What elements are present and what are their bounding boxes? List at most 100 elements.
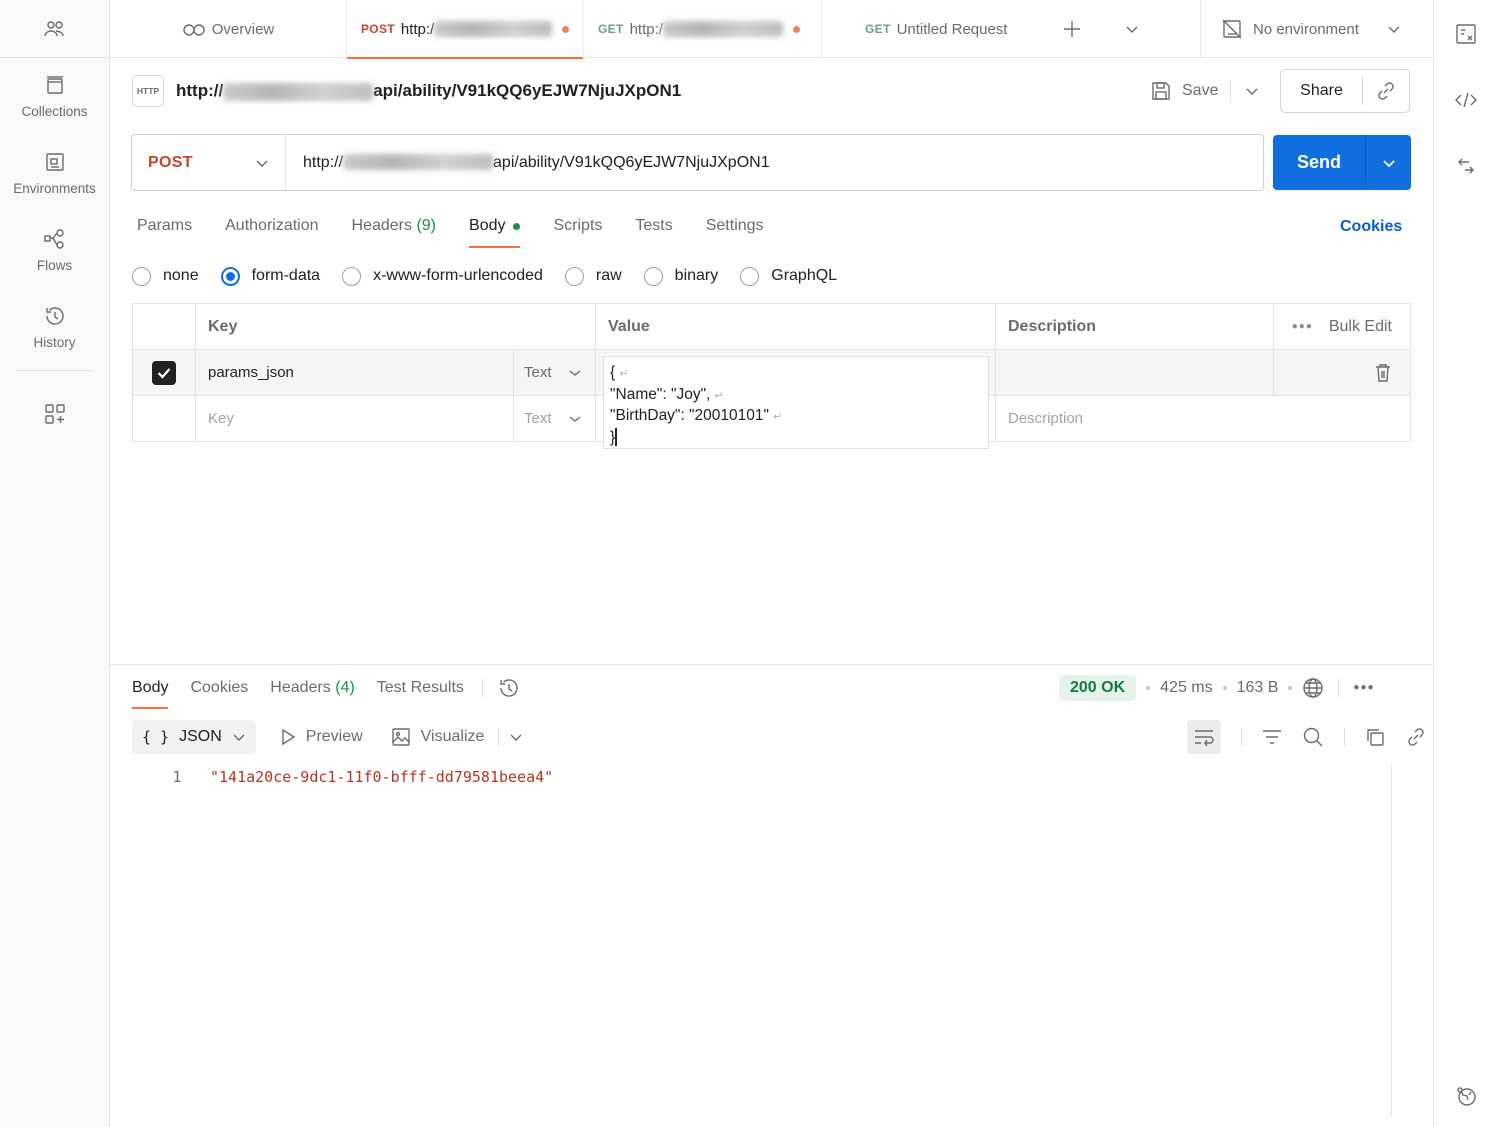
delete-row-button[interactable] <box>1274 350 1410 395</box>
workspace-button[interactable] <box>0 0 109 58</box>
response-tab-body[interactable]: Body <box>132 672 169 709</box>
redacted-host <box>223 82 374 101</box>
more-options-icon[interactable]: ●●● <box>1353 682 1374 693</box>
left-sidebar: Collections Environments Flows History <box>0 0 110 1127</box>
body-type-selector: none form-data x-www-form-urlencoded raw… <box>132 263 859 289</box>
more-options-icon[interactable]: ●●● <box>1292 321 1313 332</box>
tab-list-dropdown[interactable] <box>1102 0 1162 58</box>
tab-overview[interactable]: Overview <box>110 0 347 58</box>
wrap-icon <box>1195 730 1214 747</box>
chevron-down-icon <box>1126 26 1138 33</box>
history-icon[interactable] <box>497 677 521 699</box>
tab-get-request[interactable]: GET http:/ <box>584 0 822 58</box>
radio-button <box>643 266 663 286</box>
chevron-down-icon[interactable] <box>1245 86 1259 96</box>
filter-icon[interactable] <box>1262 728 1282 746</box>
text-caret <box>615 428 617 447</box>
new-tab-button[interactable] <box>1042 0 1102 58</box>
sidebar-item-label: Environments <box>13 181 96 196</box>
description-input-placeholder[interactable]: Description <box>996 396 1274 441</box>
environment-selector[interactable]: No environment <box>1200 0 1433 58</box>
copy-link-button[interactable] <box>1363 80 1409 102</box>
response-divider[interactable] <box>110 664 1433 665</box>
body-type-urlencoded[interactable]: x-www-form-urlencoded <box>342 266 543 286</box>
request-title-text[interactable]: http:// api/ability/V91kQQ6yEJW7NjuJXpON1 <box>176 81 681 101</box>
sidebar-divider <box>16 370 93 371</box>
chevron-down-icon <box>1388 26 1400 33</box>
tab-label: Test Results <box>376 679 464 696</box>
tab-body[interactable]: Body <box>469 206 521 248</box>
tab-authorization[interactable]: Authorization <box>225 206 318 246</box>
newline-icon: ↵ <box>773 411 783 423</box>
method-selector[interactable]: POST <box>132 135 286 190</box>
send-button[interactable]: Send <box>1273 152 1365 173</box>
divider <box>1338 678 1340 697</box>
key-input[interactable]: params_json <box>196 350 514 395</box>
copy-icon[interactable] <box>1365 727 1385 747</box>
tab-bar: Overview POST http:/ GET http:/ GET Unti… <box>110 0 1433 59</box>
share-button[interactable]: Share <box>1281 77 1363 105</box>
help-button[interactable] <box>1434 1076 1497 1116</box>
type-selector[interactable]: Text <box>514 350 596 395</box>
save-button[interactable]: Save <box>1182 82 1218 100</box>
response-scrollbar[interactable] <box>1391 765 1411 1117</box>
tab-post-request[interactable]: POST http:/ <box>347 0 584 59</box>
sidebar-add-button[interactable] <box>0 375 109 453</box>
search-icon[interactable] <box>1302 726 1324 748</box>
code-button[interactable] <box>1434 80 1497 120</box>
check-icon <box>157 367 171 379</box>
tab-label: Overview <box>211 20 275 38</box>
wrap-lines-button[interactable] <box>1187 720 1221 754</box>
send-options-button[interactable] <box>1365 135 1411 190</box>
type-selector[interactable]: Text <box>514 396 596 441</box>
body-type-none[interactable]: none <box>132 266 199 286</box>
preview-label: Preview <box>305 728 363 745</box>
cookies-link[interactable]: Cookies <box>1340 218 1402 236</box>
sidebar-item-flows[interactable]: Flows <box>0 212 109 289</box>
title-suffix: api/ability/V91kQQ6yEJW7NjuJXpON1 <box>373 81 682 100</box>
sidebar-item-environments[interactable]: Environments <box>0 135 109 212</box>
link-icon <box>1378 82 1394 100</box>
tab-params[interactable]: Params <box>137 206 192 246</box>
bulk-edit-button[interactable]: Bulk Edit <box>1329 318 1392 336</box>
response-size[interactable]: 163 B <box>1237 679 1279 697</box>
tab-settings[interactable]: Settings <box>706 206 764 246</box>
format-selector[interactable]: { } JSON <box>132 720 256 754</box>
tab-untitled-request[interactable]: GET Untitled Request <box>822 0 1042 58</box>
response-time[interactable]: 425 ms <box>1160 679 1212 697</box>
tab-scripts[interactable]: Scripts <box>553 206 602 246</box>
newline-icon: ↵ <box>714 389 724 402</box>
url-bar: POST http:// api/ability/V91kQQ6yEJW7NjuJ… <box>131 134 1264 191</box>
chevron-down-icon <box>569 415 581 422</box>
row-enabled-checkbox[interactable] <box>152 360 176 385</box>
body-type-graphql[interactable]: GraphQL <box>740 266 837 286</box>
sidebar-item-collections[interactable]: Collections <box>0 58 109 135</box>
sidebar-item-history[interactable]: History <box>0 289 109 366</box>
variables-icon <box>1456 24 1476 44</box>
response-tab-test-results[interactable]: Test Results <box>377 672 464 704</box>
response-tab-headers[interactable]: Headers (4) <box>270 672 355 704</box>
response-body-text[interactable]: "141a20ce-9dc1-11f0-bfff-dd79581beea4" <box>210 768 553 786</box>
tab-headers[interactable]: Headers (9) <box>352 206 437 246</box>
chevron-down-icon[interactable] <box>509 732 523 742</box>
response-meta: 200 OK 425 ms 163 B ●●● <box>1059 673 1375 702</box>
key-input-placeholder[interactable]: Key <box>196 396 514 441</box>
response-tab-cookies[interactable]: Cookies <box>190 672 248 704</box>
preview-button[interactable]: Preview <box>280 728 363 746</box>
body-type-form-data[interactable]: form-data <box>220 266 320 286</box>
radio-button-selected <box>220 266 240 286</box>
visualize-button[interactable]: Visualize <box>391 727 484 747</box>
url-input[interactable]: http:// api/ability/V91kQQ6yEJW7NjuJXpON1 <box>286 154 770 172</box>
description-cell[interactable] <box>996 350 1274 395</box>
variables-button[interactable] <box>1434 14 1497 54</box>
globe-icon[interactable] <box>1302 677 1324 699</box>
body-type-raw[interactable]: raw <box>564 266 622 286</box>
flows-icon <box>43 229 64 249</box>
status-badge[interactable]: 200 OK <box>1059 674 1137 701</box>
related-button[interactable] <box>1434 146 1497 186</box>
body-type-binary[interactable]: binary <box>643 266 718 286</box>
link-icon[interactable] <box>1405 726 1427 748</box>
value-editor[interactable]: {↵ "Name": "Joy", ↵ "BirthDay": "20010101… <box>603 356 989 449</box>
headers-count: (4) <box>335 679 355 696</box>
tab-tests[interactable]: Tests <box>635 206 672 246</box>
